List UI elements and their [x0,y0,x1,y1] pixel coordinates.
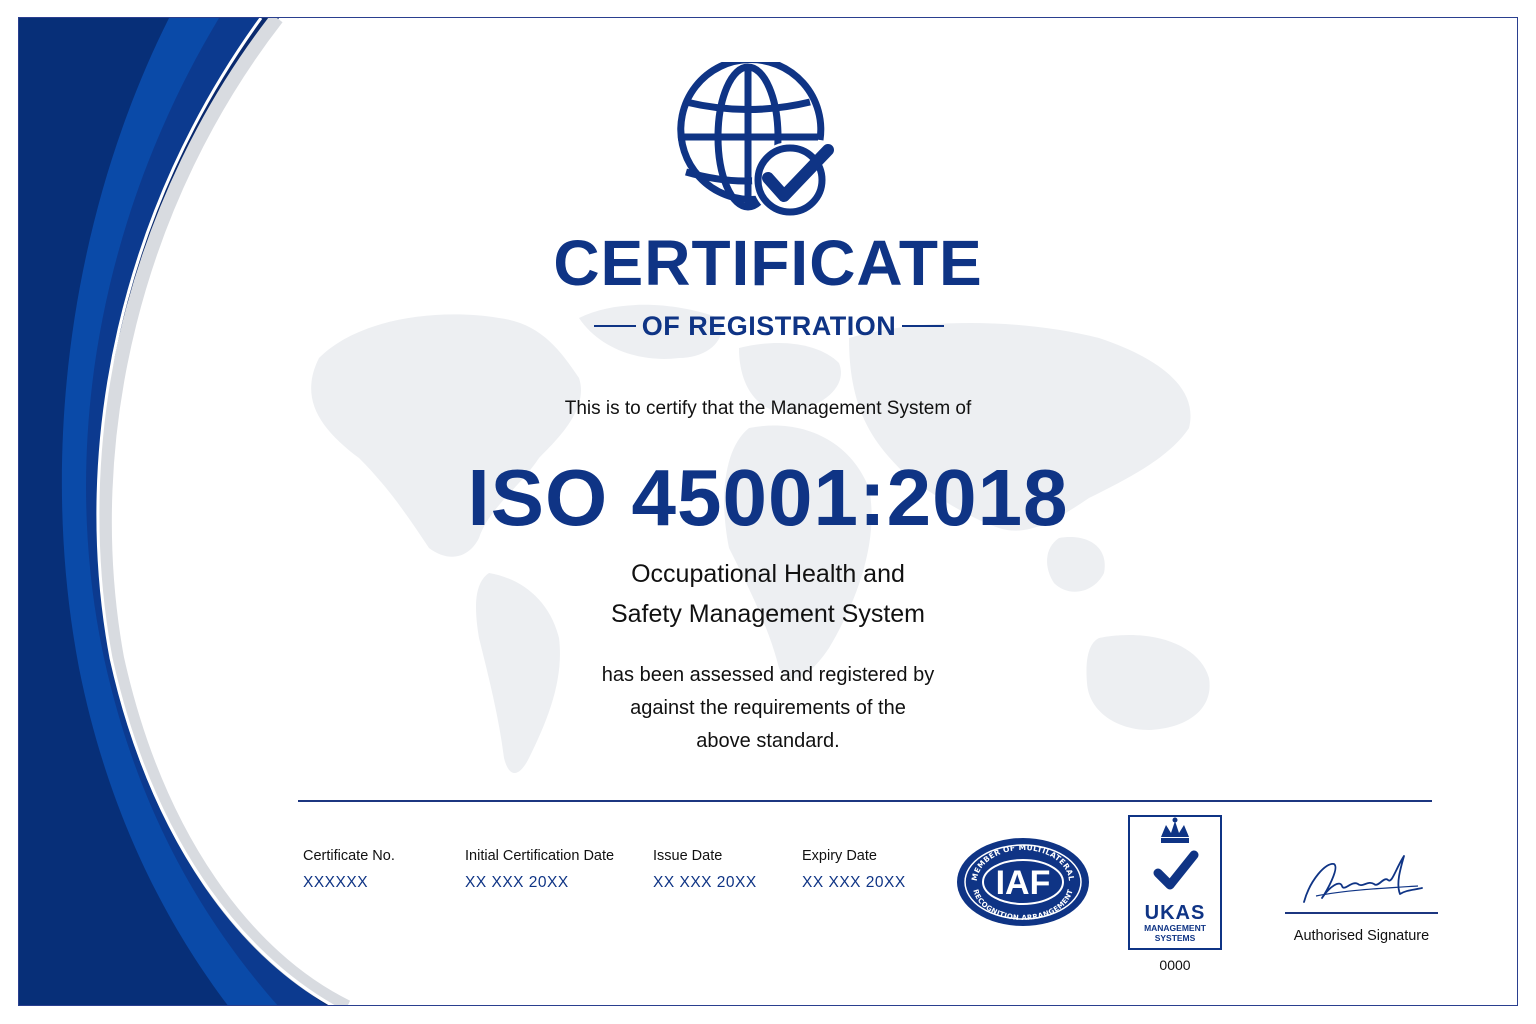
ukas-number: 0000 [1159,957,1191,973]
field-value: XX XXX 20XX [802,874,906,891]
subtitle-rule-right [902,325,944,327]
scope-line-1: Occupational Health and [631,560,905,588]
statement-line-2: against the requirements of the [630,697,906,719]
ukas-logo: UKAS MANAGEMENT SYSTEMS [1128,815,1222,950]
scope-line-2: Safety Management System [610,600,926,628]
field-value: XX XXX 20XX [653,874,757,891]
certificate-number-field: Certificate No. XXXXXX [303,848,395,892]
intro-text: This is to certify that the Management S… [564,398,972,419]
field-value: XX XXX 20XX [465,874,569,891]
expiry-date-field: Expiry Date XX XXX 20XX [802,848,906,892]
subtitle-row: OF REGISTRATION [594,310,944,342]
certificate-title: CERTIFICATE [553,227,983,299]
certificate-subtitle: OF REGISTRATION [641,310,897,341]
field-label: Certificate No. [303,848,395,864]
field-value: XXXXXX [303,874,369,891]
field-label: Expiry Date [802,848,877,864]
ukas-subtext-1: MANAGEMENT [1144,923,1207,933]
signature-label: Authorised Signature [1293,928,1430,944]
ukas-subtext-2: SYSTEMS [1155,933,1196,943]
details-divider [298,800,1432,802]
initial-certification-date-field: Initial Certification Date XX XXX 20XX [465,848,614,892]
signature-line [1285,912,1438,914]
statement-line-3: above standard. [696,730,840,752]
field-label: Initial Certification Date [465,848,615,864]
iaf-logo-text: IAF [996,864,1051,902]
ukas-text: UKAS [1145,902,1206,924]
iaf-logo: MEMBER OF MULTILATERAL RECOGNITION ARRAN… [957,838,1089,926]
handwritten-signature [1303,855,1423,903]
globe-check-icon [677,62,834,218]
standard-name: ISO 45001:2018 [467,453,1069,542]
field-label: Issue Date [653,848,723,864]
issue-date-field: Issue Date XX XXX 20XX [653,848,757,892]
statement-line-1: has been assessed and registered by [601,664,935,686]
subtitle-rule-left [594,325,636,327]
